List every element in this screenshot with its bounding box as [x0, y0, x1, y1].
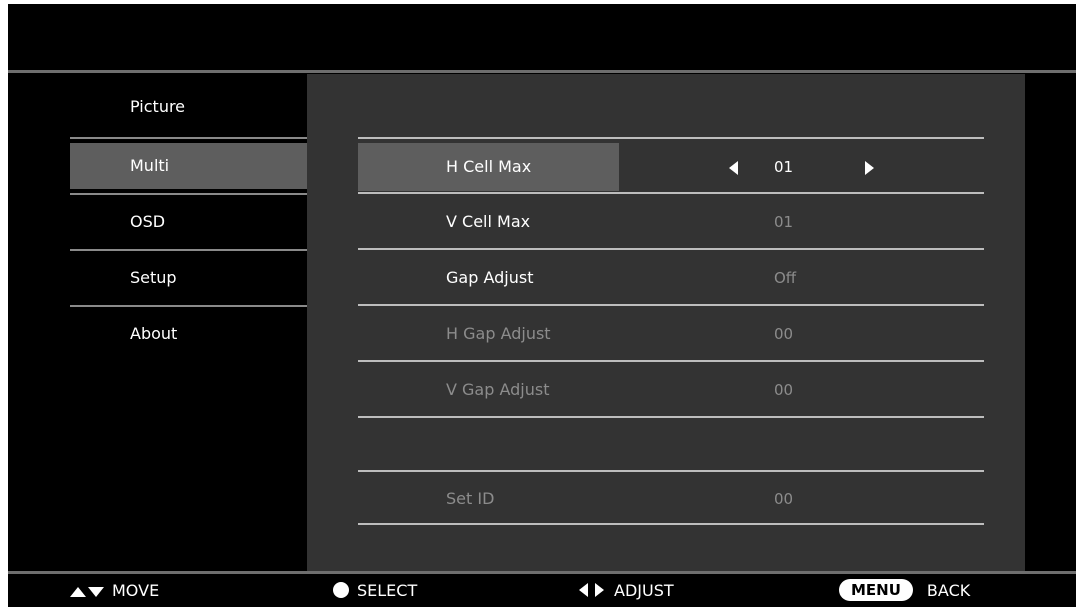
sidebar-divider [70, 305, 307, 307]
setting-label: Gap Adjust [446, 268, 534, 287]
footer-hints: MOVE SELECT ADJUST MENU BACK [8, 571, 1076, 607]
sidebar-item-picture[interactable]: Picture [70, 84, 307, 130]
setting-row-h-cell-max[interactable]: H Cell Max 01 [358, 143, 984, 197]
down-arrow-icon [88, 586, 104, 597]
settings-panel: H Cell Max 01 V Cell Max 01 Gap Adjust O… [307, 74, 1025, 571]
row-divider [358, 248, 984, 250]
row-divider [358, 523, 984, 525]
setting-value: 01 [774, 213, 794, 231]
row-divider [358, 416, 984, 418]
sidebar-divider [70, 193, 307, 195]
row-divider [358, 360, 984, 362]
setting-row-v-gap-adjust: V Gap Adjust 00 [358, 366, 984, 420]
up-arrow-icon [70, 586, 86, 597]
hint-select-label: SELECT [357, 581, 418, 600]
setting-value: 00 [774, 325, 794, 343]
setting-label: H Gap Adjust [446, 324, 551, 343]
right-arrow-icon [595, 583, 604, 597]
menu-key-badge: MENU [839, 579, 913, 601]
setting-value: 00 [774, 381, 794, 399]
hint-adjust: ADJUST [579, 574, 674, 607]
setting-row-h-gap-adjust: H Gap Adjust 00 [358, 310, 984, 364]
setting-value: Off [774, 269, 797, 287]
row-divider [358, 137, 984, 139]
select-circle-icon [333, 582, 349, 598]
right-arrow-icon[interactable] [865, 161, 874, 175]
setting-value: 01 [774, 158, 794, 176]
header-divider [8, 70, 1076, 73]
sidebar-item-osd[interactable]: OSD [70, 199, 307, 245]
sidebar-divider [70, 137, 307, 139]
setting-row-gap-adjust[interactable]: Gap Adjust Off [358, 254, 984, 308]
sidebar-item-multi[interactable]: Multi [70, 143, 307, 189]
sidebar-item-about[interactable]: About [70, 311, 307, 357]
sidebar-item-setup[interactable]: Setup [70, 255, 307, 301]
setting-label: V Cell Max [446, 212, 531, 231]
sidebar: Picture Multi OSD Setup About [70, 74, 307, 571]
row-divider [358, 470, 984, 472]
hint-move: MOVE [70, 574, 159, 607]
sidebar-divider [70, 249, 307, 251]
row-divider [358, 304, 984, 306]
setting-label: H Cell Max [358, 143, 619, 191]
setting-label: V Gap Adjust [446, 380, 550, 399]
setting-row-set-id: Set ID 00 [358, 475, 984, 529]
setting-row-v-cell-max[interactable]: V Cell Max 01 [358, 198, 984, 252]
setting-value: 00 [774, 490, 794, 508]
setting-label: Set ID [446, 489, 495, 508]
osd-menu: Picture Multi OSD Setup About H Cell Max… [8, 4, 1076, 607]
left-arrow-icon [579, 583, 588, 597]
hint-select: SELECT [333, 574, 417, 607]
row-divider [358, 192, 984, 194]
hint-back: MENU BACK [839, 574, 970, 607]
hint-adjust-label: ADJUST [614, 581, 674, 600]
hint-back-label: BACK [926, 581, 971, 600]
hint-move-label: MOVE [112, 581, 160, 600]
